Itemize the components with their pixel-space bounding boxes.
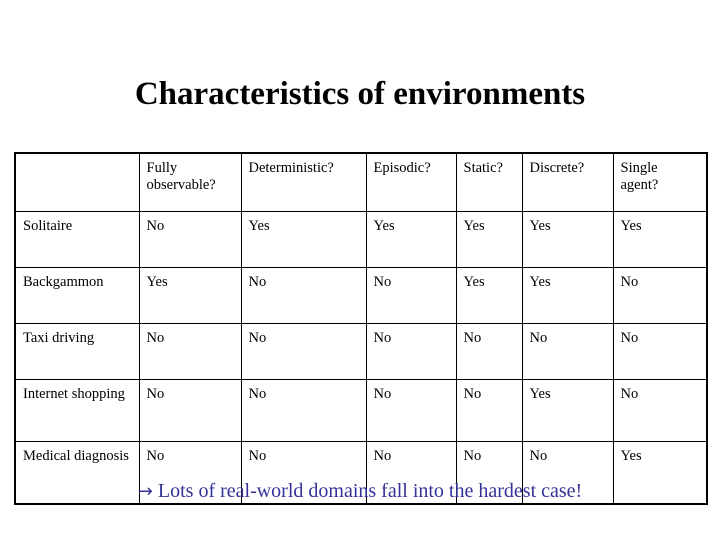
footer-note-text: Lots of real-world domains fall into the… [157,480,583,502]
column-header-fully-observable: Fully observable? [138,152,242,212]
cell-backgammon-discrete: Yes [521,267,614,324]
table-body: Fully observable? Deterministic? Episodi… [14,152,708,505]
table-corner-cell [14,152,140,212]
row-label-taxi-driving: Taxi driving [14,323,140,380]
table-header-row: Fully observable? Deterministic? Episodi… [14,152,708,212]
table-row: Internet shopping No No No No Yes No [14,379,708,442]
column-header-deterministic: Deterministic? [240,152,367,212]
cell-taxi-driving-fully-observable: No [138,323,242,380]
table-row: Solitaire No Yes Yes Yes Yes Yes [14,211,708,268]
environments-table-container: Fully observable? Deterministic? Episodi… [14,152,708,505]
row-label-solitaire: Solitaire [14,211,140,268]
cell-solitaire-fully-observable: No [138,211,242,268]
cell-internet-shopping-static: No [455,379,523,442]
row-label-backgammon: Backgammon [14,267,140,324]
column-header-single-agent: Single agent? [612,152,708,212]
cell-backgammon-fully-observable: Yes [138,267,242,324]
table-row: Backgammon Yes No No Yes Yes No [14,267,708,324]
column-header-episodic: Episodic? [365,152,457,212]
cell-backgammon-single-agent: No [612,267,708,324]
row-label-internet-shopping: Internet shopping [14,379,140,442]
cell-internet-shopping-single-agent: No [612,379,708,442]
cell-solitaire-single-agent: Yes [612,211,708,268]
cell-solitaire-discrete: Yes [521,211,614,268]
page-title: Characteristics of environments [134,76,586,112]
table-row: Taxi driving No No No No No No [14,323,708,380]
footer-note: → Lots of real-world domains fall into t… [0,479,720,504]
cell-taxi-driving-single-agent: No [612,323,708,380]
cell-solitaire-static: Yes [455,211,523,268]
right-arrow-icon: → [137,481,153,502]
slide-canvas: Characteristics of environments Fully ob… [0,0,720,540]
cell-internet-shopping-discrete: Yes [521,379,614,442]
cell-taxi-driving-static: No [455,323,523,380]
cell-internet-shopping-episodic: No [365,379,457,442]
cell-solitaire-deterministic: Yes [240,211,367,268]
cell-taxi-driving-discrete: No [521,323,614,380]
column-header-static: Static? [455,152,523,212]
cell-backgammon-episodic: No [365,267,457,324]
cell-taxi-driving-deterministic: No [240,323,367,380]
cell-internet-shopping-fully-observable: No [138,379,242,442]
cell-taxi-driving-episodic: No [365,323,457,380]
cell-solitaire-episodic: Yes [365,211,457,268]
environments-table: Fully observable? Deterministic? Episodi… [14,152,708,505]
cell-backgammon-static: Yes [455,267,523,324]
cell-backgammon-deterministic: No [240,267,367,324]
cell-internet-shopping-deterministic: No [240,379,367,442]
column-header-discrete: Discrete? [521,152,614,212]
